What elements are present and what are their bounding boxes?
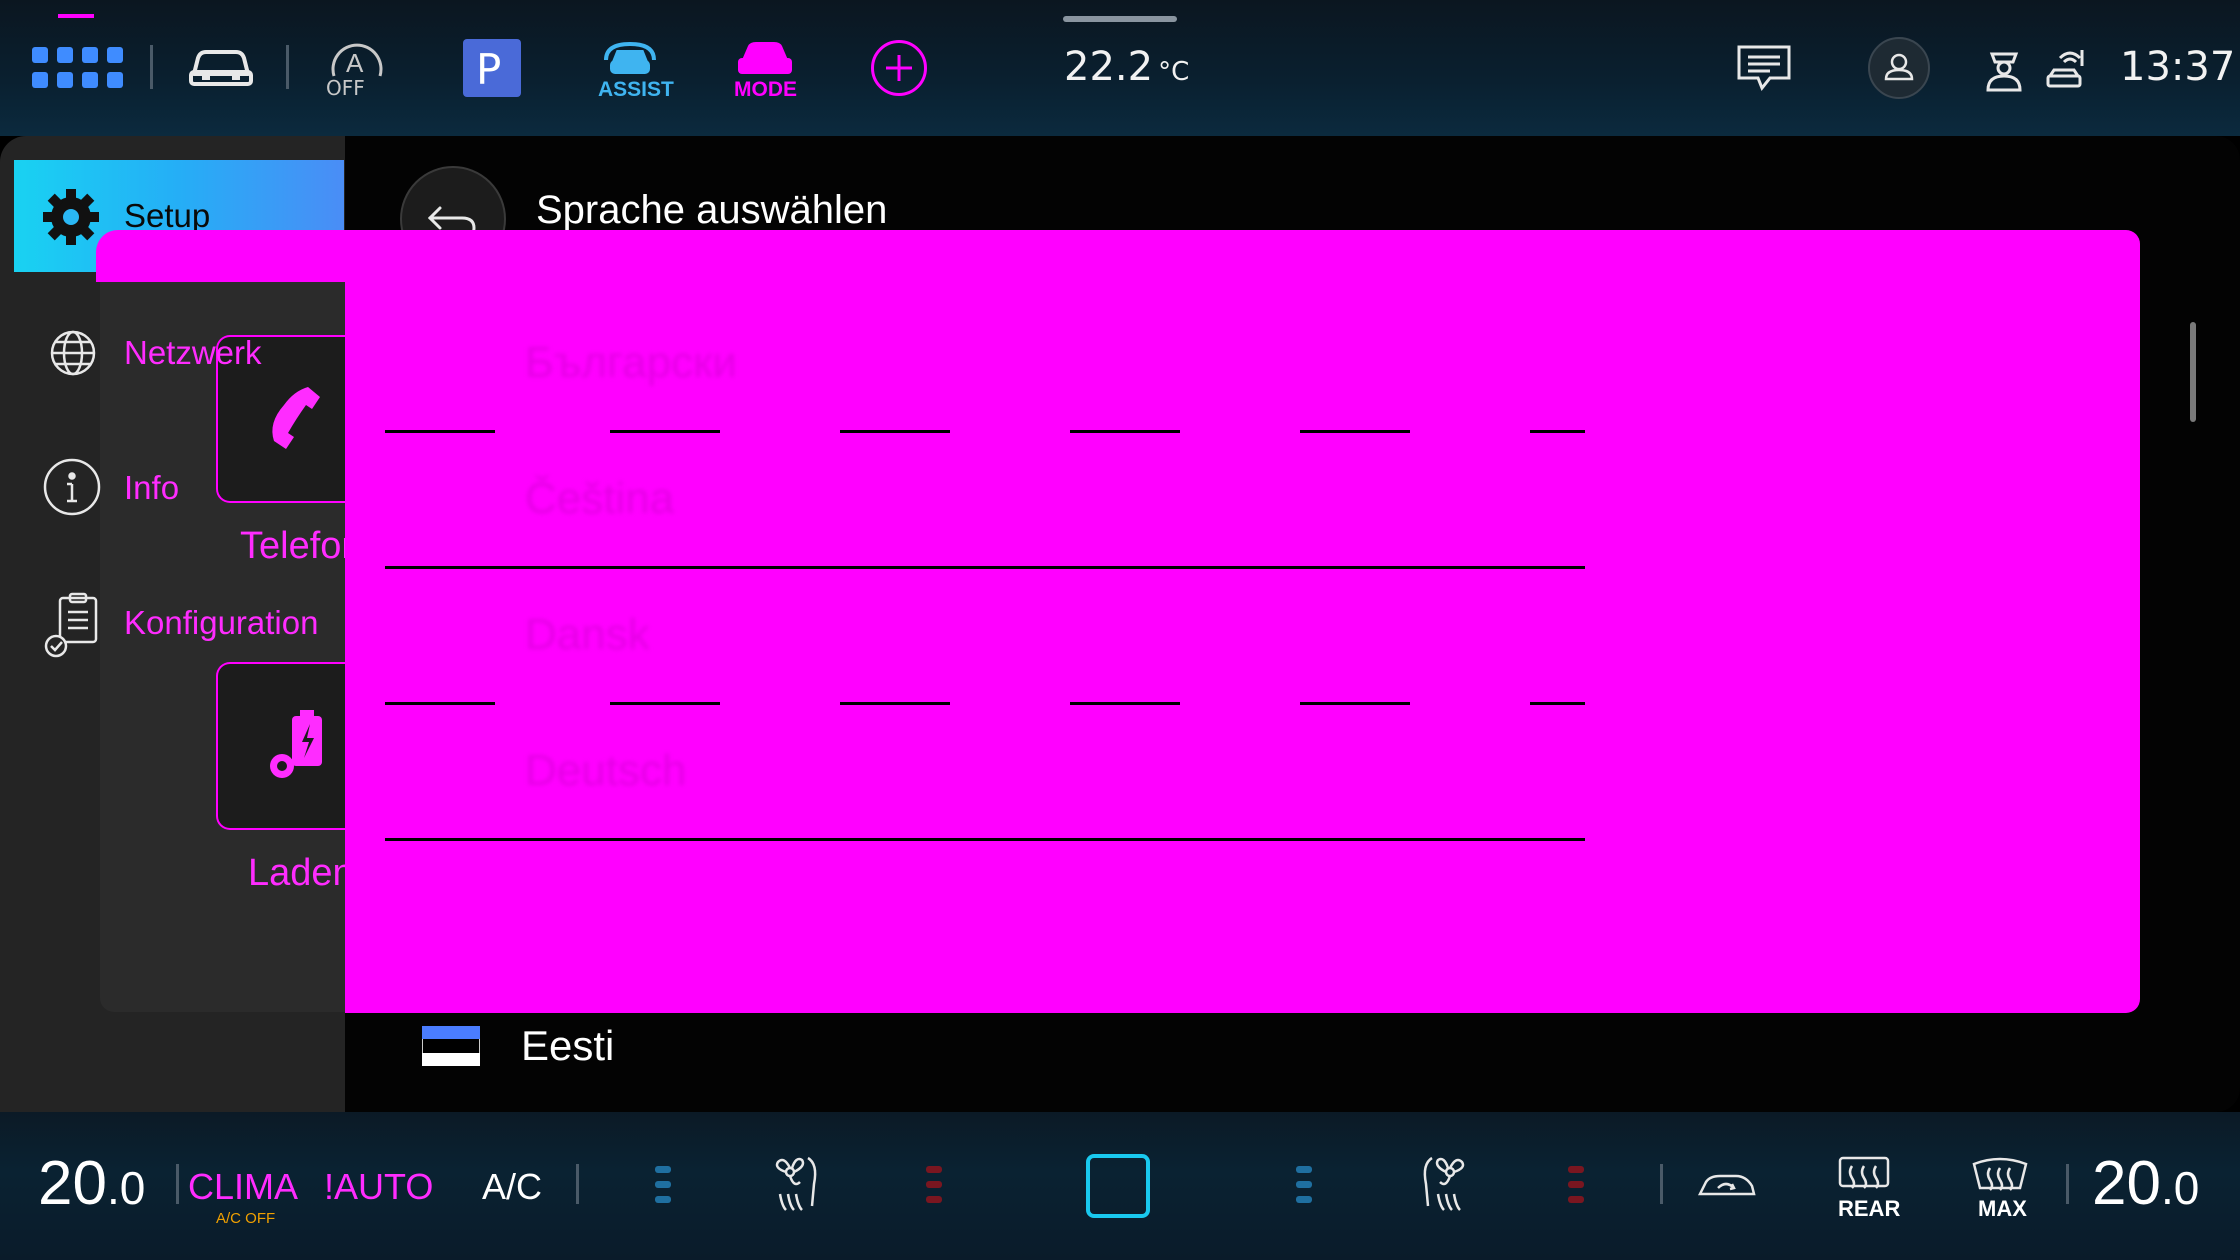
passenger-seat-cooling-level[interactable] — [1296, 1166, 1312, 1211]
sidebar-item-network[interactable]: Netzwerk — [40, 320, 340, 386]
notification-indicator — [58, 14, 94, 18]
car-icon[interactable] — [188, 44, 254, 90]
phone-tile-label: Telefon — [240, 525, 345, 567]
assist-label: ASSIST — [598, 78, 674, 101]
privacy-mode-icon[interactable] — [1984, 46, 2024, 92]
connectivity-icon[interactable] — [2044, 46, 2086, 92]
language-item-german[interactable]: Deutsch — [525, 746, 686, 796]
auto-button[interactable]: !AUTO — [324, 1166, 433, 1208]
windshield-defrost-icon — [1972, 1157, 2028, 1191]
row-separator — [1530, 702, 1585, 705]
passenger-temperature[interactable]: 20.0 — [2092, 1148, 2199, 1219]
language-label: Eesti — [521, 1022, 615, 1069]
status-bar: A OFF P ASSIST MODE 22.2 °C 13:37 — [0, 0, 2240, 136]
clima-button[interactable]: CLIMA A/C OFF — [188, 1166, 298, 1236]
passenger-seat-ventilation-icon[interactable] — [1412, 1154, 1472, 1216]
passenger-seat-heating-level[interactable] — [1568, 1166, 1584, 1211]
row-separator — [610, 702, 720, 705]
divider — [2066, 1164, 2069, 1204]
language-item-danish[interactable]: Dansk — [525, 610, 650, 660]
sidebar-item-label: Info — [124, 469, 180, 506]
divider — [286, 45, 289, 89]
add-shortcut-button[interactable] — [871, 40, 927, 96]
plus-icon — [886, 55, 912, 81]
page-title: Sprache auswählen — [536, 188, 888, 232]
message-icon[interactable] — [1736, 44, 1792, 94]
sidebar-item-label: Netzwerk — [124, 334, 262, 371]
row-separator — [1530, 430, 1585, 433]
row-separator — [1300, 430, 1410, 433]
phone-icon — [272, 387, 320, 449]
rear-defrost-button[interactable]: REAR — [1836, 1156, 1900, 1224]
sidebar-item-label: Konfiguration — [124, 604, 319, 641]
language-item-estonian[interactable]: Eesti — [400, 1012, 2140, 1092]
ac-off-label: A/C OFF — [216, 1210, 276, 1227]
air-recirculation-icon[interactable] — [1696, 1168, 1758, 1202]
user-icon — [1884, 53, 1914, 81]
language-list: Български Čeština Dansk Deutsch — [345, 230, 2140, 1013]
scrollbar[interactable] — [2190, 322, 2196, 422]
divider — [176, 1164, 179, 1204]
outside-temperature: 22.2 °C — [1064, 44, 1190, 90]
battery-settings-icon — [270, 710, 322, 778]
row-separator — [1300, 702, 1410, 705]
svg-text:A: A — [346, 48, 364, 78]
drive-mode-button[interactable]: MODE — [730, 38, 800, 104]
seat-ventilation-icon[interactable] — [768, 1154, 828, 1216]
rear-defrost-icon — [1838, 1156, 1890, 1189]
driver-seat-heating-level[interactable] — [926, 1166, 942, 1211]
row-separator — [385, 566, 1585, 569]
redaction-bar — [96, 230, 346, 282]
climate-bar: 20.0 CLIMA A/C OFF !AUTO A/C REAR MAX 20… — [0, 1112, 2240, 1260]
row-separator — [385, 838, 1585, 841]
language-item-bulgarian[interactable]: Български — [525, 338, 737, 388]
divider — [150, 45, 153, 89]
auto-hold-icon[interactable]: A OFF — [324, 38, 390, 100]
row-separator — [1070, 702, 1180, 705]
divider — [1660, 1164, 1663, 1204]
driver-seat-cooling-level[interactable] — [655, 1166, 671, 1211]
clock: 13:37 — [2120, 44, 2236, 90]
sidebar-item-info[interactable]: Info — [40, 455, 340, 521]
app-grid-icon[interactable] — [32, 47, 124, 89]
ac-button[interactable]: A/C — [482, 1166, 542, 1208]
row-separator — [840, 702, 950, 705]
max-label: MAX — [1978, 1196, 2027, 1221]
charging-tile[interactable] — [216, 662, 346, 830]
divider — [576, 1164, 579, 1204]
parking-button[interactable]: P — [463, 39, 521, 97]
rear-label: REAR — [1838, 1196, 1901, 1221]
row-separator — [610, 430, 720, 433]
info-icon — [43, 458, 101, 516]
profile-button[interactable] — [1868, 37, 1930, 99]
clima-label: CLIMA — [188, 1166, 299, 1207]
estonia-flag-icon — [422, 1026, 480, 1066]
language-item-czech[interactable]: Čeština — [525, 474, 674, 524]
row-separator — [840, 430, 950, 433]
globe-icon — [50, 330, 96, 376]
climate-home-button[interactable] — [1086, 1154, 1150, 1218]
pull-down-handle[interactable] — [1063, 16, 1177, 22]
assist-button[interactable]: ASSIST — [592, 38, 674, 104]
row-separator — [385, 430, 495, 433]
mode-label: MODE — [734, 78, 797, 101]
sidebar-item-configuration[interactable]: Konfiguration — [40, 590, 340, 670]
charging-tile-label: Laden — [248, 852, 345, 894]
parking-label: P — [476, 45, 502, 94]
clipboard-check-icon — [44, 592, 98, 658]
gear-icon — [43, 189, 99, 245]
driver-temperature[interactable]: 20.0 — [38, 1148, 145, 1219]
row-separator — [385, 702, 495, 705]
max-defrost-button[interactable]: MAX — [1972, 1156, 2028, 1224]
adaptive-off-label: OFF — [326, 76, 365, 100]
row-separator — [1070, 430, 1180, 433]
